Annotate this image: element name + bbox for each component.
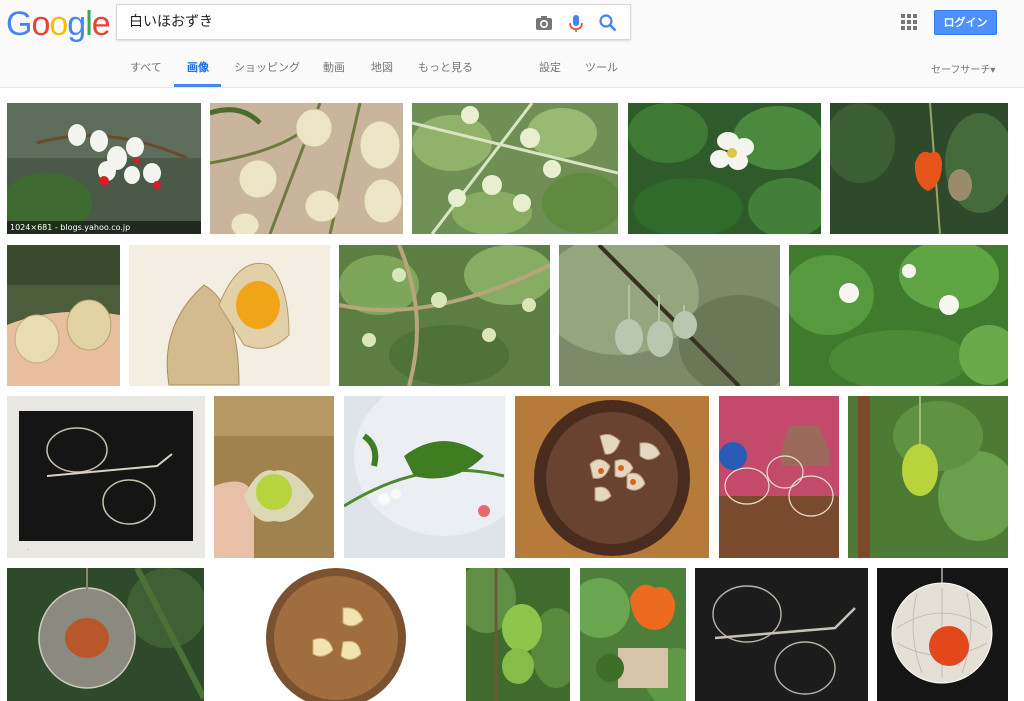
- image-result[interactable]: [344, 396, 505, 558]
- image-result[interactable]: [213, 568, 457, 701]
- image-result[interactable]: [628, 103, 821, 234]
- apps-grid-icon[interactable]: [901, 14, 917, 30]
- search-input[interactable]: 白いほおずき: [129, 5, 213, 39]
- image-result[interactable]: 1024×681 - blogs.yahoo.co.jp: [7, 103, 201, 234]
- tab-shopping[interactable]: ショッピング: [234, 59, 300, 75]
- search-box[interactable]: 白いほおずき: [116, 4, 631, 40]
- image-result[interactable]: [695, 568, 868, 701]
- image-result[interactable]: [848, 396, 1008, 558]
- active-tab-indicator: [174, 84, 221, 87]
- image-result[interactable]: [559, 245, 780, 386]
- image-result[interactable]: ·: [7, 396, 205, 558]
- image-result[interactable]: [877, 568, 1008, 701]
- tab-tools[interactable]: ツール: [585, 59, 618, 75]
- header: Google 白いほおずき ログイン すべて 画像 ショッピング 動画 地図 も…: [0, 0, 1024, 88]
- tab-maps[interactable]: 地図: [371, 59, 393, 75]
- image-result[interactable]: [580, 568, 686, 701]
- image-result[interactable]: [719, 396, 839, 558]
- tab-images[interactable]: 画像: [187, 59, 209, 75]
- image-result[interactable]: [515, 396, 709, 558]
- page: Google 白いほおずき ログイン すべて 画像 ショッピング 動画 地図 も…: [0, 0, 1024, 701]
- microphone-icon[interactable]: [565, 12, 587, 34]
- image-result[interactable]: [7, 245, 120, 386]
- image-caption: 1024×681 - blogs.yahoo.co.jp: [7, 221, 201, 234]
- image-result[interactable]: [466, 568, 570, 701]
- image-result[interactable]: [7, 568, 204, 701]
- tab-settings[interactable]: 設定: [539, 59, 561, 75]
- tab-more[interactable]: もっと見る: [418, 59, 473, 75]
- image-result[interactable]: [789, 245, 1008, 386]
- tab-all[interactable]: すべて: [130, 59, 162, 75]
- login-button[interactable]: ログイン: [934, 10, 997, 35]
- safe-search-dropdown[interactable]: セーフサーチ▾: [931, 61, 995, 76]
- image-result[interactable]: [412, 103, 618, 234]
- image-result[interactable]: [214, 396, 334, 558]
- camera-icon[interactable]: [533, 12, 555, 34]
- image-result[interactable]: [210, 103, 403, 234]
- image-result[interactable]: [339, 245, 550, 386]
- google-logo[interactable]: Google: [6, 5, 111, 44]
- svg-text:·: ·: [27, 546, 29, 554]
- image-result[interactable]: [129, 245, 330, 386]
- image-result[interactable]: [830, 103, 1008, 234]
- tab-videos[interactable]: 動画: [323, 59, 345, 75]
- search-icon[interactable]: [597, 12, 619, 34]
